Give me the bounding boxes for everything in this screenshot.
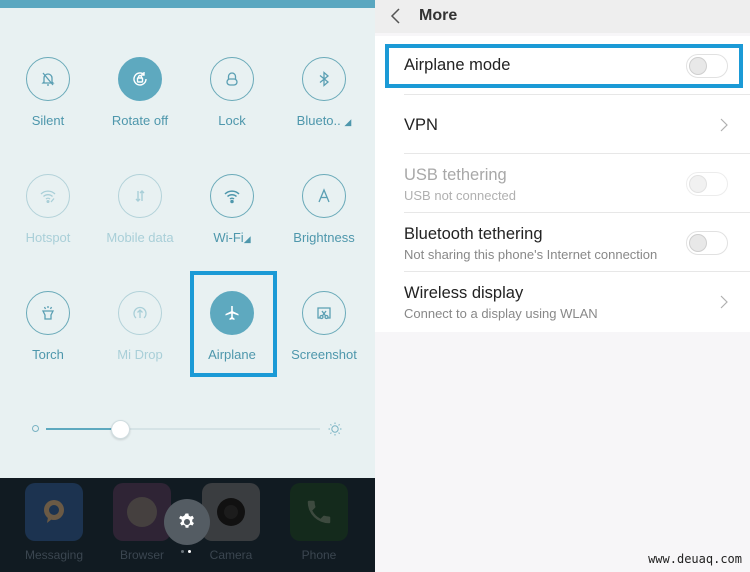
switch-knob [689, 234, 707, 252]
mobile-data-icon [135, 190, 145, 202]
camera-app-icon [202, 483, 260, 541]
dock-app-label: Messaging [24, 548, 84, 562]
tile-brightness[interactable]: Brightness [278, 174, 370, 245]
setting-subtitle: Connect to a display using WLAN [404, 306, 598, 321]
bluetooth-tethering-switch[interactable] [686, 231, 728, 255]
auto-brightness-toggle[interactable] [302, 174, 346, 218]
airplane-highlight-box [190, 271, 277, 377]
dock-app-label: Browser [119, 548, 164, 562]
dock-app-label: Phone [301, 548, 337, 562]
quick-settings-screen: Silent Rotate off Lock Blueto.. ◢ Hotspo… [0, 0, 375, 572]
wifi-toggle[interactable] [210, 174, 254, 218]
tile-label: Hotspot [25, 230, 71, 245]
tile-label: Rotate off [111, 113, 169, 128]
switch-knob [689, 175, 707, 193]
airplane-mode-highlight-box [385, 44, 743, 88]
setting-title: USB tethering [404, 166, 507, 184]
tile-torch[interactable]: Torch [2, 291, 94, 362]
quick-settings-panel: Silent Rotate off Lock Blueto.. ◢ Hotspo… [0, 0, 375, 478]
slider-thumb[interactable] [110, 420, 130, 439]
tile-label: Mobile data [106, 230, 174, 245]
menu-corner-icon: ◢ [243, 234, 251, 244]
mi-drop-toggle[interactable] [118, 291, 162, 335]
phone-app-icon [290, 483, 348, 541]
usb-tethering-switch [686, 172, 728, 196]
dock-app-browser[interactable]: Browser [112, 483, 172, 562]
setting-subtitle: Not sharing this phone's Internet connec… [404, 247, 658, 262]
lock-button[interactable] [210, 57, 254, 101]
menu-corner-icon: ◢ [344, 117, 352, 127]
screenshot-button[interactable] [302, 291, 346, 335]
lock-icon [226, 72, 238, 86]
tile-label: Screenshot [291, 347, 357, 362]
page-indicator [181, 550, 195, 554]
brightness-low-icon [32, 425, 39, 432]
tile-label: Lock [218, 113, 246, 128]
tile-label: Torch [32, 347, 64, 362]
watermark: www.deuaq.com [648, 552, 742, 566]
tile-screenshot[interactable]: Screenshot [278, 291, 370, 362]
dock-app-label: Camera [209, 548, 253, 562]
tile-rotate-off[interactable]: Rotate off [94, 57, 186, 128]
tile-label: Blueto.. ◢ [296, 113, 352, 128]
app-bar: More [375, 0, 750, 33]
tile-mobile-data[interactable]: Mobile data [94, 174, 186, 245]
screenshot-icon [317, 307, 331, 320]
brightness-slider[interactable] [30, 418, 345, 440]
setting-subtitle: USB not connected [404, 188, 517, 203]
chevron-right-icon [720, 118, 728, 132]
bell-off-icon [41, 72, 55, 86]
setting-title: VPN [404, 116, 438, 134]
tile-mi-drop[interactable]: Mi Drop [94, 291, 186, 362]
wifi-icon [224, 190, 240, 204]
hotspot-icon [40, 190, 56, 204]
tile-bluetooth[interactable]: Blueto.. ◢ [278, 57, 370, 128]
slider-fill [46, 428, 120, 430]
mi-drop-icon [133, 306, 147, 319]
torch-icon [41, 306, 55, 320]
tile-silent[interactable]: Silent [2, 57, 94, 128]
tile-label: Mi Drop [117, 347, 163, 362]
page-dot-active [188, 550, 191, 553]
rotate-lock-icon [133, 72, 147, 86]
page-dot [181, 550, 184, 553]
dock-app-camera[interactable]: Camera [201, 483, 261, 562]
tile-label: Wi-Fi◢ [213, 230, 251, 245]
messaging-app-icon [25, 483, 83, 541]
setting-wireless-display[interactable]: Wireless display Connect to a display us… [375, 272, 750, 332]
status-bar-strip [0, 0, 375, 8]
hotspot-toggle[interactable] [26, 174, 70, 218]
mobile-data-toggle[interactable] [118, 174, 162, 218]
brightness-high-icon [328, 422, 342, 436]
browser-app-icon [113, 483, 171, 541]
torch-toggle[interactable] [26, 291, 70, 335]
chevron-right-icon [720, 295, 728, 309]
setting-vpn[interactable]: VPN [375, 95, 750, 154]
back-arrow-icon[interactable] [389, 6, 403, 26]
setting-usb-tethering: USB tethering USB not connected [375, 154, 750, 213]
tile-label: Brightness [293, 230, 355, 245]
tile-hotspot[interactable]: Hotspot [2, 174, 94, 245]
tile-lock[interactable]: Lock [186, 57, 278, 128]
dock-app-messaging[interactable]: Messaging [24, 483, 84, 562]
page-title: More [419, 7, 458, 24]
silent-toggle[interactable] [26, 57, 70, 101]
setting-bluetooth-tethering[interactable]: Bluetooth tethering Not sharing this pho… [375, 213, 750, 272]
rotate-toggle[interactable] [118, 57, 162, 101]
more-settings-screen: More Airplane mode VPN USB tethering USB… [375, 0, 750, 572]
brightness-auto-icon [318, 188, 330, 203]
setting-title: Wireless display [404, 284, 524, 302]
settings-button[interactable] [164, 499, 210, 545]
tile-wifi[interactable]: Wi-Fi◢ [186, 174, 278, 245]
setting-title: Bluetooth tethering [404, 225, 543, 243]
gear-icon [179, 513, 194, 528]
bluetooth-toggle[interactable] [302, 57, 346, 101]
tile-label: Silent [31, 113, 65, 128]
dock-app-phone[interactable]: Phone [289, 483, 349, 562]
bluetooth-icon [319, 71, 330, 87]
